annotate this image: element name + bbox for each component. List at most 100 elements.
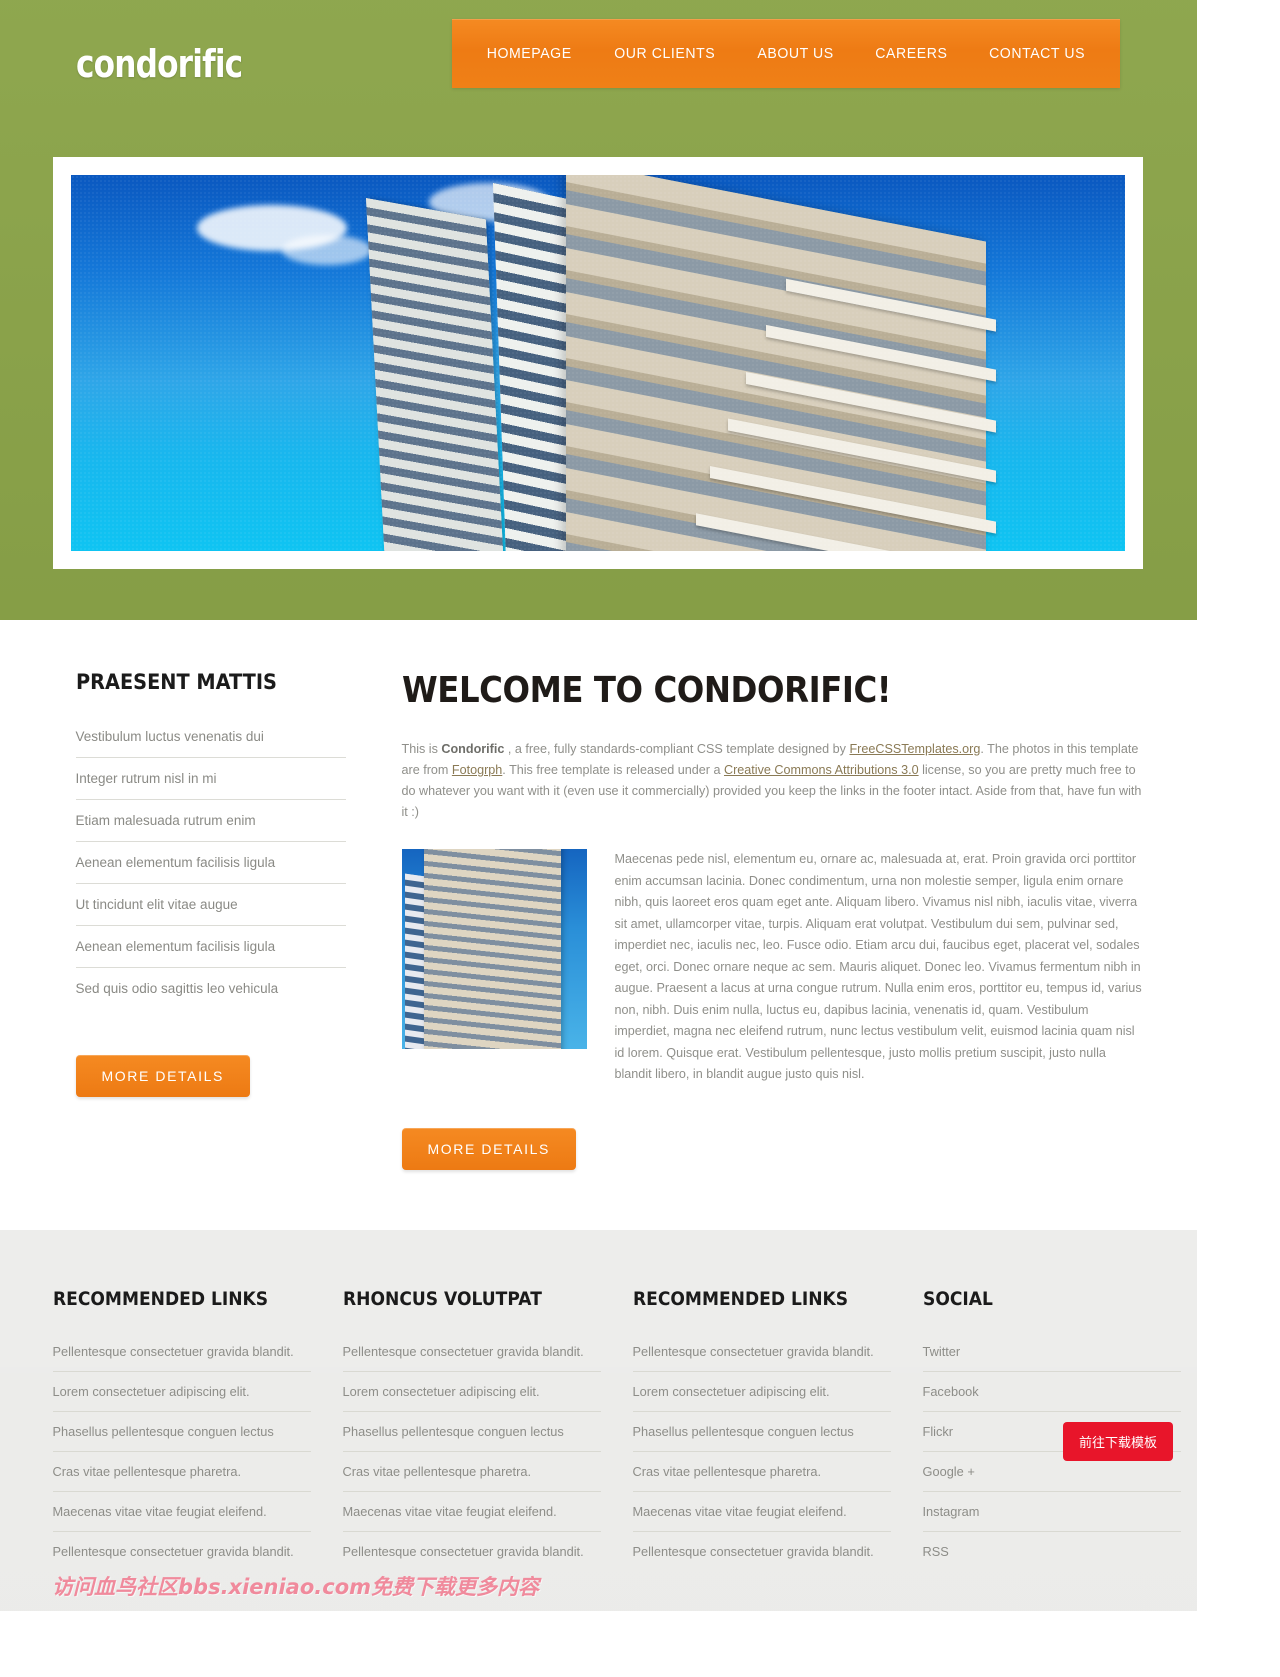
article-thumbnail-photo	[401, 849, 587, 1049]
list-item: Lorem consectetuer adipiscing elit.	[632, 1372, 891, 1412]
main-content-section: PRAESENT MATTIS Vestibulum luctus venena…	[0, 620, 1197, 1230]
sidebar: PRAESENT MATTIS Vestibulum luctus venena…	[54, 670, 354, 1170]
sidebar-item-2[interactable]: Etiam malesuada rutrum enim	[76, 800, 346, 841]
list-item: Ut tincidunt elit vitae augue	[75, 884, 346, 926]
site-watermark: 访问血鸟社区bbs.xieniao.com免费下载更多内容	[52, 1574, 540, 1599]
footer: RECOMMENDED LINKS Pellentesque consectet…	[0, 1229, 1197, 1611]
footer-c1-item-4[interactable]: Maecenas vitae vitae feugiat eleifend.	[343, 1492, 601, 1531]
footer-c2-item-3[interactable]: Cras vitae pellentesque pharetra.	[633, 1452, 891, 1491]
list-item: Facebook	[922, 1372, 1181, 1412]
footer-c1-item-0[interactable]: Pellentesque consectetuer gravida blandi…	[343, 1332, 601, 1371]
sidebar-item-0[interactable]: Vestibulum luctus venenatis dui	[76, 716, 346, 757]
footer-link-list: Pellentesque consectetuer gravida blandi…	[52, 1332, 311, 1571]
list-item: Pellentesque consectetuer gravida blandi…	[52, 1332, 311, 1372]
list-item: Aenean elementum facilisis ligula	[75, 842, 346, 884]
footer-c2-item-2[interactable]: Phasellus pellentesque conguen lectus	[633, 1412, 891, 1451]
footer-link-list: Pellentesque consectetuer gravida blandi…	[632, 1332, 891, 1571]
list-item: Pellentesque consectetuer gravida blandi…	[342, 1332, 601, 1372]
footer-c0-item-0[interactable]: Pellentesque consectetuer gravida blandi…	[53, 1332, 311, 1371]
sidebar-item-4[interactable]: Ut tincidunt elit vitae augue	[76, 884, 346, 925]
intro-text-a: This is	[401, 742, 442, 756]
nav-item-our-clients[interactable]: OUR CLIENTS	[614, 45, 715, 62]
link-fotogrph[interactable]: Fotogrph	[452, 763, 502, 777]
footer-column-title: SOCIAL	[922, 1287, 993, 1310]
sidebar-item-6[interactable]: Sed quis odio sagittis leo vehicula	[76, 968, 346, 1009]
hero-banner-frame	[53, 157, 1143, 569]
header-top: condorific HOMEPAGE OUR CLIENTS ABOUT US…	[0, 0, 1197, 110]
list-item: Twitter	[922, 1332, 1181, 1372]
nav-item-careers[interactable]: CAREERS	[875, 45, 947, 62]
footer-c2-item-0[interactable]: Pellentesque consectetuer gravida blandi…	[633, 1332, 891, 1371]
social-link-instagram[interactable]: Instagram	[923, 1492, 1181, 1531]
hero-building-photo	[71, 175, 1125, 551]
site-logo[interactable]: condorific	[76, 42, 243, 86]
header-banner-section: condorific HOMEPAGE OUR CLIENTS ABOUT US…	[0, 0, 1197, 620]
footer-c0-item-4[interactable]: Maecenas vitae vitae feugiat eleifend.	[53, 1492, 311, 1531]
list-item: Pellentesque consectetuer gravida blandi…	[632, 1332, 891, 1372]
nav-item-homepage[interactable]: HOMEPAGE	[487, 45, 572, 62]
footer-column-recommended-links-1: RECOMMENDED LINKS Pellentesque consectet…	[52, 1287, 343, 1571]
footer-c0-item-1[interactable]: Lorem consectetuer adipiscing elit.	[53, 1372, 311, 1411]
page-title: WELCOME TO CONDORIFIC!	[401, 670, 892, 711]
list-item: Etiam malesuada rutrum enim	[75, 800, 346, 842]
content-button-wrap: MORE DETAILS	[401, 1127, 1144, 1170]
sidebar-item-3[interactable]: Aenean elementum facilisis ligula	[76, 842, 346, 883]
footer-c0-item-2[interactable]: Phasellus pellentesque conguen lectus	[53, 1412, 311, 1451]
sidebar-button-wrap: MORE DETAILS	[75, 1055, 354, 1097]
footer-c0-item-3[interactable]: Cras vitae pellentesque pharetra.	[53, 1452, 311, 1491]
sidebar-item-5[interactable]: Aenean elementum facilisis ligula	[76, 926, 346, 967]
link-creative-commons[interactable]: Creative Commons Attributions 3.0	[724, 763, 919, 777]
sidebar-title: PRAESENT MATTIS	[75, 670, 277, 694]
footer-c0-item-5[interactable]: Pellentesque consectetuer gravida blandi…	[53, 1532, 311, 1571]
list-item: Sed quis odio sagittis leo vehicula	[76, 968, 346, 1009]
footer-c1-item-3[interactable]: Cras vitae pellentesque pharetra.	[343, 1452, 601, 1491]
footer-column-title: RECOMMENDED LINKS	[632, 1287, 848, 1310]
footer-column-rhoncus-volutpat: RHONCUS VOLUTPAT Pellentesque consectetu…	[342, 1287, 633, 1571]
intro-brand-name: Condorific	[441, 742, 505, 756]
article-body-text: Maecenas pede nisl, elementum eu, ornare…	[614, 852, 1142, 1081]
intro-text-b: , a free, fully standards-compliant CSS …	[504, 742, 850, 756]
content-more-details-button[interactable]: MORE DETAILS	[401, 1127, 576, 1170]
main-navigation: HOMEPAGE OUR CLIENTS ABOUT US CAREERS CO…	[452, 19, 1120, 88]
list-item: Pellentesque consectetuer gravida blandi…	[53, 1532, 311, 1571]
footer-link-list: Pellentesque consectetuer gravida blandi…	[342, 1332, 601, 1571]
article-body: Maecenas pede nisl, elementum eu, ornare…	[401, 849, 1144, 1086]
download-template-button[interactable]: 前往下载模板	[1062, 1421, 1173, 1461]
sidebar-more-details-button[interactable]: MORE DETAILS	[75, 1055, 250, 1097]
list-item: Maecenas vitae vitae feugiat eleifend.	[632, 1492, 891, 1532]
link-freecsstemplates[interactable]: FreeCSSTemplates.org	[849, 742, 980, 756]
social-link-rss[interactable]: RSS	[923, 1532, 1181, 1571]
footer-column-title: RECOMMENDED LINKS	[52, 1287, 268, 1310]
footer-c1-item-1[interactable]: Lorem consectetuer adipiscing elit.	[343, 1372, 601, 1411]
list-item: Lorem consectetuer adipiscing elit.	[342, 1372, 601, 1412]
list-item: Phasellus pellentesque conguen lectus	[342, 1412, 601, 1452]
list-item: Cras vitae pellentesque pharetra.	[342, 1452, 601, 1492]
social-link-facebook[interactable]: Facebook	[923, 1372, 1181, 1411]
sidebar-link-list: Vestibulum luctus venenatis dui Integer …	[75, 716, 346, 1009]
list-item: Maecenas vitae vitae feugiat eleifend.	[52, 1492, 311, 1532]
sidebar-item-1[interactable]: Integer rutrum nisl in mi	[76, 758, 346, 799]
footer-c2-item-5[interactable]: Pellentesque consectetuer gravida blandi…	[633, 1532, 891, 1571]
list-item: Pellentesque consectetuer gravida blandi…	[343, 1532, 601, 1571]
article-content: WELCOME TO CONDORIFIC! This is Condorifi…	[354, 670, 1144, 1170]
social-link-twitter[interactable]: Twitter	[923, 1332, 1181, 1371]
list-item: Instagram	[922, 1492, 1181, 1532]
list-item: Integer rutrum nisl in mi	[75, 758, 346, 800]
list-item: RSS	[923, 1532, 1181, 1571]
nav-item-contact-us[interactable]: CONTACT US	[989, 45, 1085, 62]
footer-c1-item-2[interactable]: Phasellus pellentesque conguen lectus	[343, 1412, 601, 1451]
footer-c1-item-5[interactable]: Pellentesque consectetuer gravida blandi…	[343, 1532, 601, 1571]
list-item: Phasellus pellentesque conguen lectus	[632, 1412, 891, 1452]
footer-c2-item-4[interactable]: Maecenas vitae vitae feugiat eleifend.	[633, 1492, 891, 1531]
nav-item-about-us[interactable]: ABOUT US	[757, 45, 833, 62]
intro-text-d: . This free template is released under a	[502, 763, 724, 777]
list-item: Cras vitae pellentesque pharetra.	[52, 1452, 311, 1492]
intro-paragraph: This is Condorific , a free, fully stand…	[402, 739, 1144, 823]
list-item: Cras vitae pellentesque pharetra.	[632, 1452, 891, 1492]
footer-c2-item-1[interactable]: Lorem consectetuer adipiscing elit.	[633, 1372, 891, 1411]
list-item: Vestibulum luctus venenatis dui	[75, 716, 346, 758]
footer-column-recommended-links-2: RECOMMENDED LINKS Pellentesque consectet…	[632, 1287, 923, 1571]
footer-column-title: RHONCUS VOLUTPAT	[342, 1287, 542, 1310]
list-item: Lorem consectetuer adipiscing elit.	[52, 1372, 311, 1412]
list-item: Aenean elementum facilisis ligula	[75, 926, 346, 968]
